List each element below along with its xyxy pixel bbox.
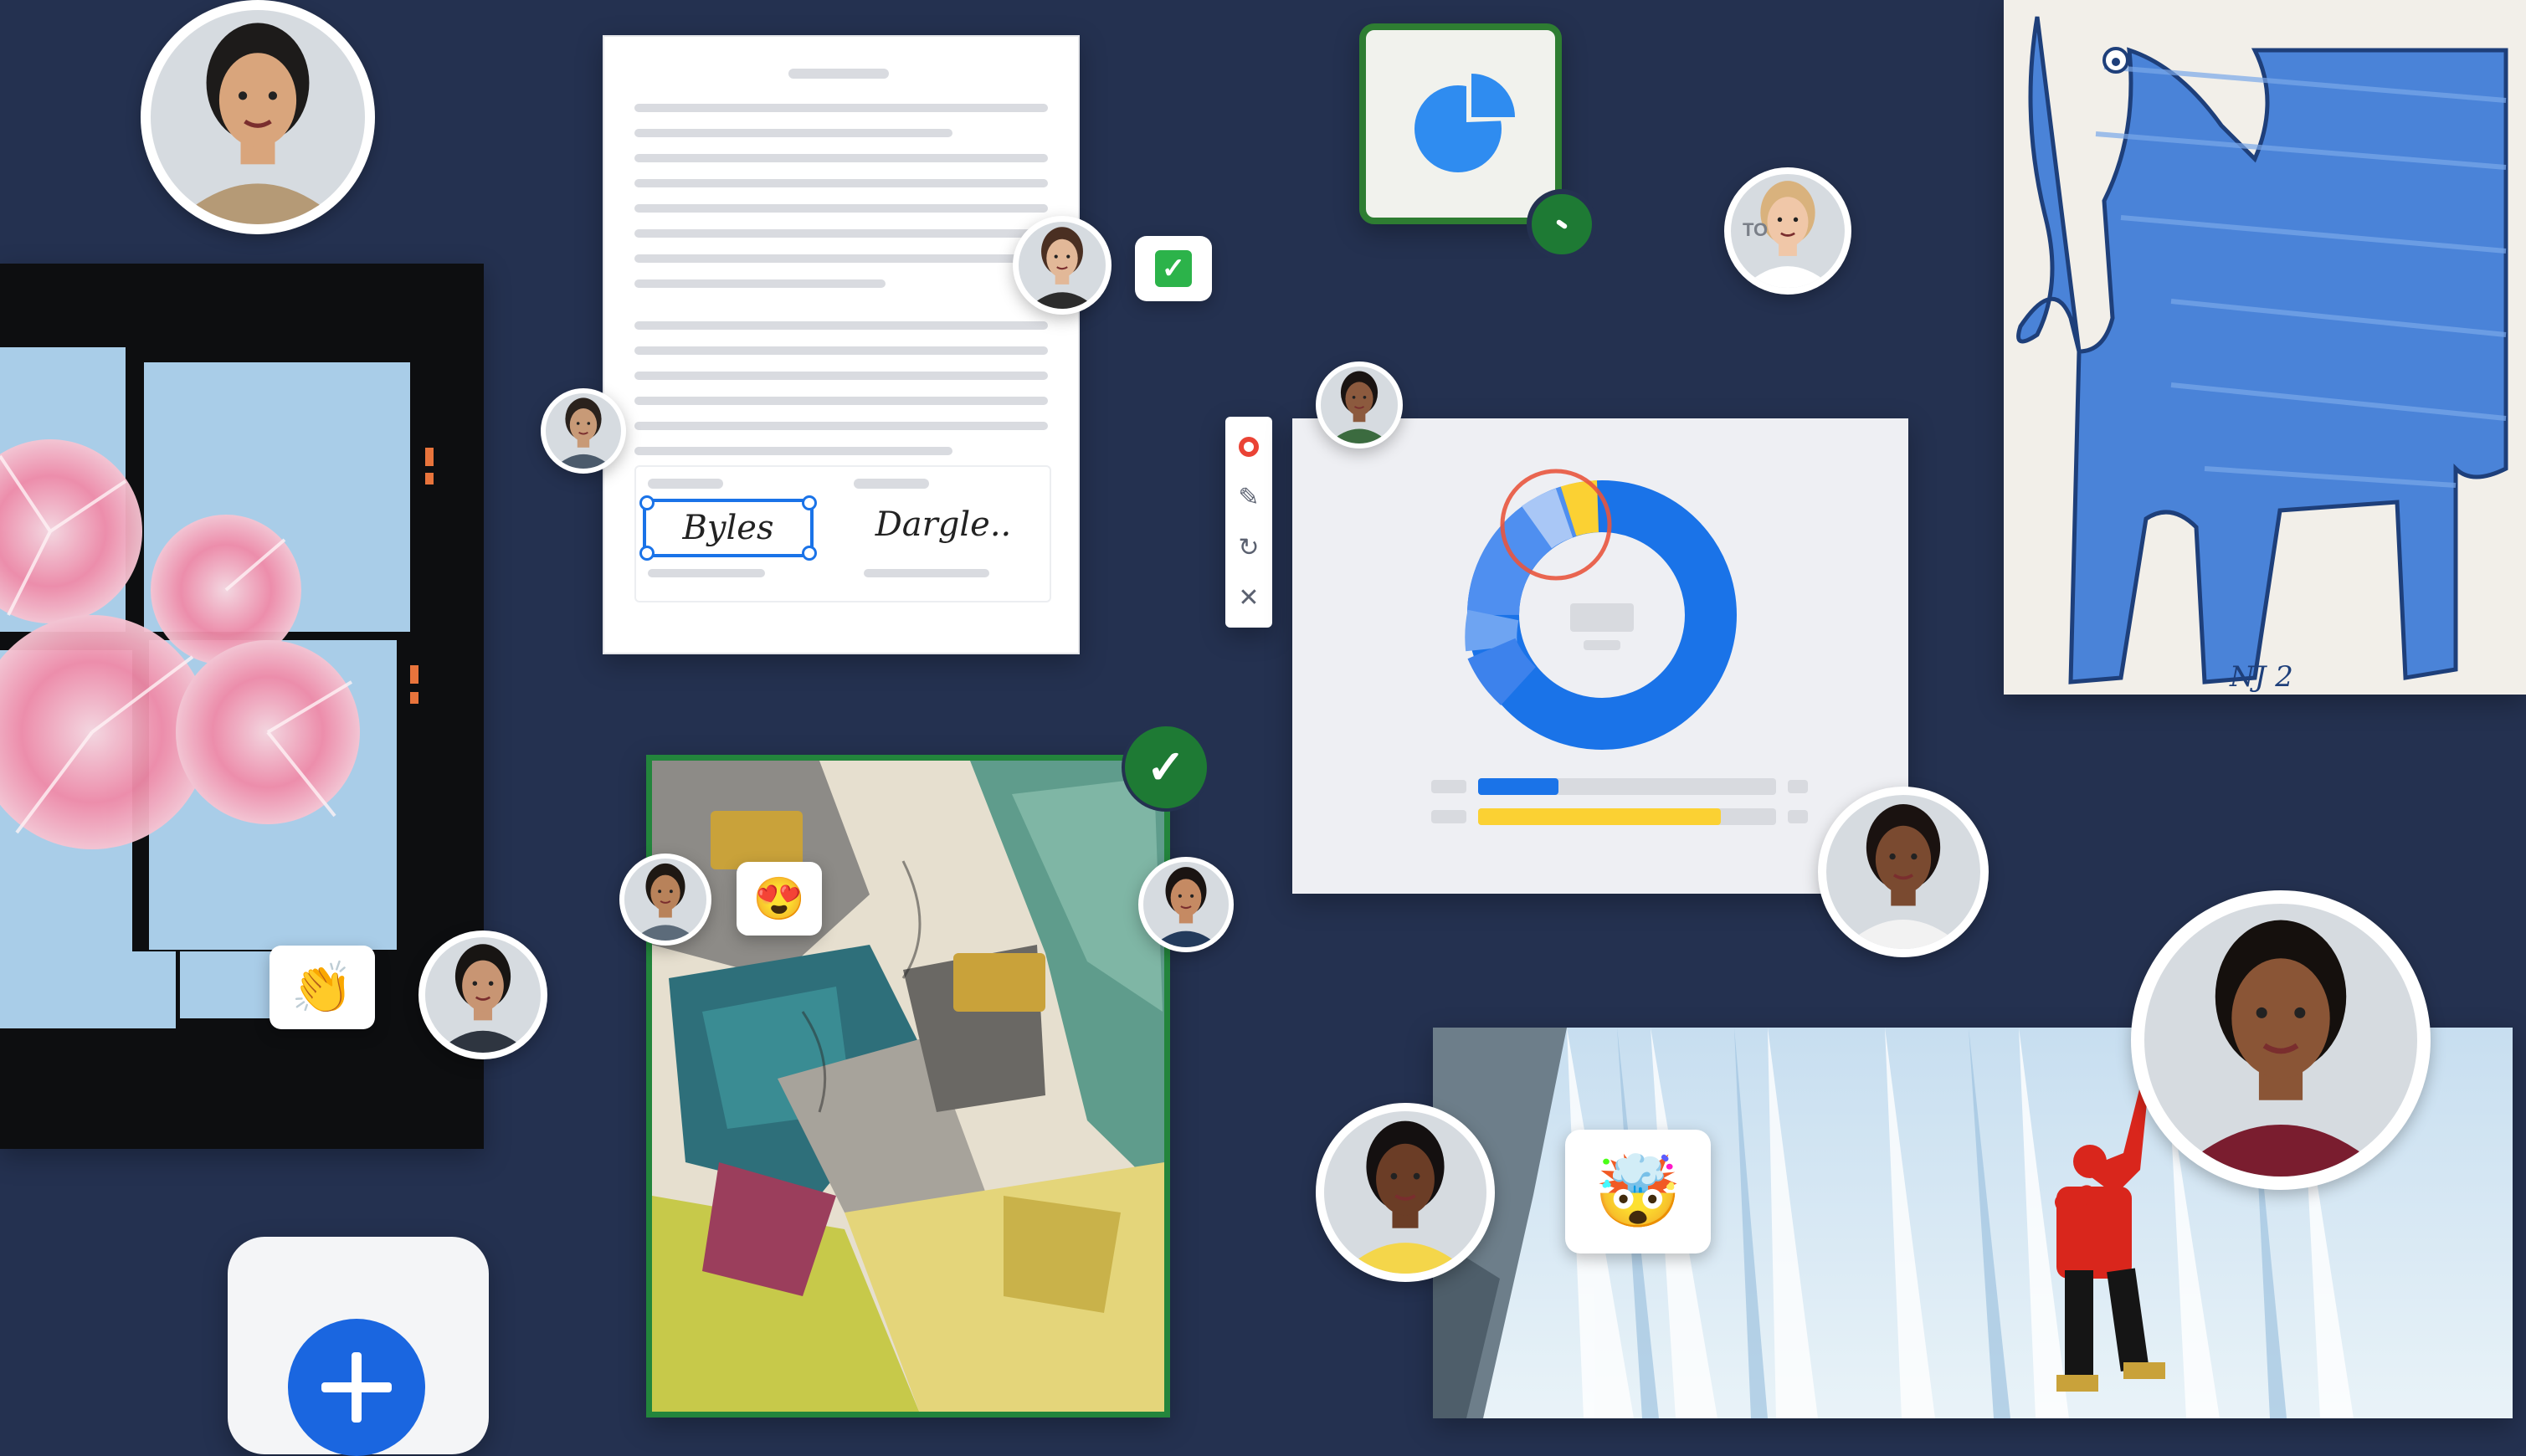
elephant-drawing-card[interactable]: NJ 2 <box>2004 0 2526 695</box>
plus-icon <box>321 1352 392 1423</box>
checkbox-icon: ✓ <box>1155 250 1192 287</box>
pen-button[interactable]: ✎ <box>1230 478 1268 516</box>
heart-eyes-emoji-bubble: 😍 <box>737 862 822 936</box>
avatar-portrait <box>2144 904 2417 1177</box>
avatar-top-left[interactable] <box>141 0 375 234</box>
close-icon: ✕ <box>1238 583 1260 612</box>
flower-photo-card[interactable] <box>0 264 484 1149</box>
avatar-portrait <box>1324 1111 1486 1274</box>
avatar-chart-bottom[interactable] <box>1818 787 1989 957</box>
record-button[interactable] <box>1230 428 1268 466</box>
add-button-tile[interactable] <box>228 1237 489 1456</box>
redo-button[interactable]: ↻ <box>1230 528 1268 567</box>
donut-chart-card[interactable] <box>1292 418 1908 894</box>
avatar-large-right[interactable] <box>2131 890 2431 1190</box>
avatar-to[interactable]: TO <box>1724 167 1851 295</box>
pie-tile-status-dot <box>1527 189 1597 259</box>
signature-1-text: Byles <box>682 509 774 547</box>
collage-art <box>652 761 1164 1412</box>
avatar-portrait <box>425 937 541 1053</box>
avatar-portrait <box>1826 795 1980 949</box>
avatar-to-initials: TO <box>1743 219 1769 240</box>
flower-photo <box>0 347 434 1028</box>
collage-card[interactable] <box>646 755 1170 1418</box>
pie-chart-tile[interactable] <box>1359 23 1562 224</box>
annotation-toolbar: ✎ ↻ ✕ <box>1225 417 1272 628</box>
avatar-portrait <box>546 393 621 469</box>
pie-chart-icon <box>1414 74 1515 172</box>
avatar-glasses[interactable] <box>1316 1103 1495 1282</box>
heart-eyes-emoji: 😍 <box>752 874 806 922</box>
record-icon <box>1239 437 1259 457</box>
checkbox-bubble: ✓ <box>1135 236 1212 301</box>
elephant-drawing: NJ 2 <box>2016 16 2508 694</box>
avatar-collage-right[interactable] <box>1138 857 1234 952</box>
add-button[interactable] <box>288 1319 425 1456</box>
collage-approved-icon: ✓ <box>1122 723 1210 812</box>
clapping-emoji-bubble: 👏 <box>270 946 375 1029</box>
mind-blown-emoji-bubble: 🤯 <box>1565 1130 1711 1253</box>
avatar-portrait <box>1019 222 1106 309</box>
avatar-portrait <box>151 10 365 224</box>
mind-blown-emoji: 🤯 <box>1594 1151 1682 1231</box>
donut-chart <box>1431 469 1808 825</box>
document-card[interactable]: Byles Dargle.. <box>603 35 1080 654</box>
signature-2-text: Dargle.. <box>875 505 1012 544</box>
avatar-photo-left[interactable] <box>418 931 547 1059</box>
avatar-chart-top[interactable] <box>1316 361 1403 449</box>
signature-field-2[interactable]: Dargle.. <box>855 499 1031 551</box>
close-button[interactable]: ✕ <box>1230 578 1268 617</box>
avatar-portrait <box>1321 367 1398 443</box>
pen-icon: ✎ <box>1238 483 1260 511</box>
clapping-emoji: 👏 <box>290 959 354 1016</box>
avatar-doc-left[interactable] <box>541 388 626 474</box>
avatar-doc-right[interactable] <box>1013 216 1112 315</box>
redo-icon: ↻ <box>1238 533 1260 561</box>
signature-field-1[interactable]: Byles <box>639 495 817 561</box>
avatar-portrait <box>624 859 706 941</box>
avatar-collage-left[interactable] <box>619 854 711 946</box>
avatar-portrait <box>1143 862 1229 947</box>
svg-text:NJ 2: NJ 2 <box>2229 660 2293 694</box>
